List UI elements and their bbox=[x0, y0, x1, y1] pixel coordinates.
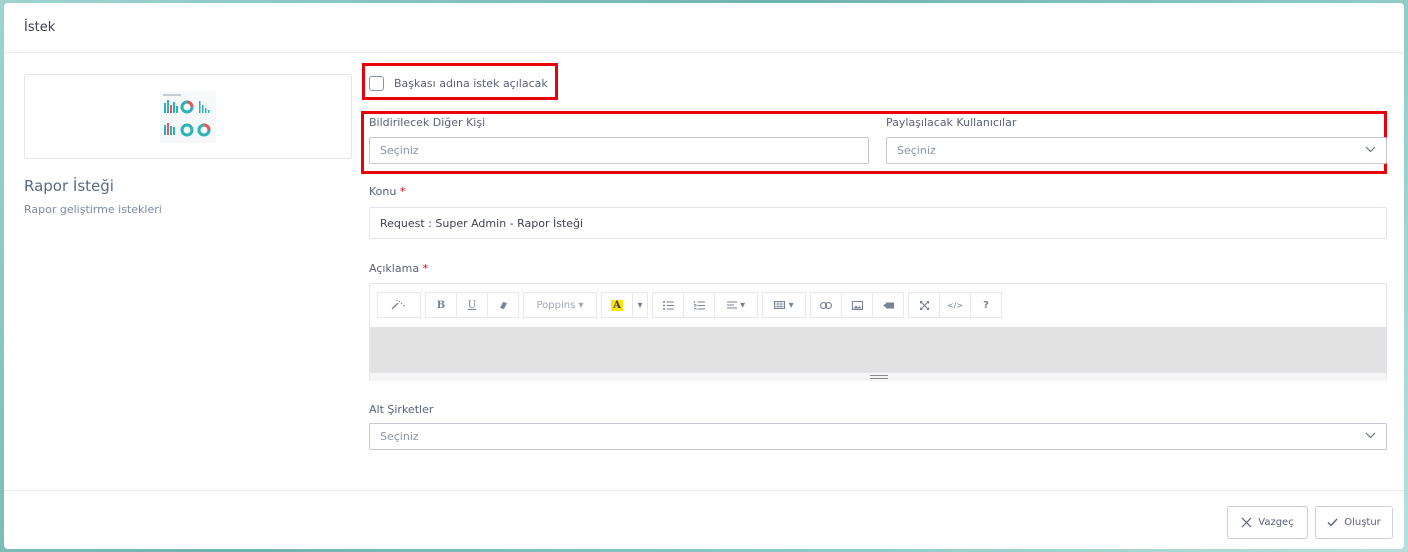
create-button[interactable]: Oluştur bbox=[1315, 506, 1393, 539]
highlight-button[interactable]: A bbox=[601, 292, 633, 318]
share-select[interactable]: Seçiniz bbox=[886, 137, 1387, 164]
request-type-subtitle: Rapor geliştirme istekleri bbox=[24, 203, 162, 216]
image-button[interactable] bbox=[841, 292, 873, 318]
ordered-list-button[interactable] bbox=[683, 292, 715, 318]
clear-format-button[interactable] bbox=[487, 292, 519, 318]
cancel-button[interactable]: Vazgeç bbox=[1227, 506, 1308, 539]
subject-input[interactable]: Request : Super Admin - Rapor İsteği bbox=[369, 207, 1387, 239]
numbered-list-icon bbox=[693, 300, 705, 310]
table-dropdown[interactable]: ▾ bbox=[762, 292, 806, 318]
font-name: Poppins bbox=[536, 299, 576, 311]
request-type-panel: Rapor İsteği Rapor geliştirme istekleri bbox=[24, 74, 352, 216]
required-mark: * bbox=[422, 262, 429, 275]
request-modal: İstek Rapor İsteği Rapor geliştirme iste… bbox=[4, 3, 1404, 549]
share-placeholder: Seçiniz bbox=[897, 144, 936, 157]
font-family-dropdown[interactable]: Poppins ▾ bbox=[523, 292, 597, 318]
modal-footer: Vazgeç Oluştur bbox=[4, 490, 1404, 549]
dashboard-preview-icon bbox=[160, 90, 216, 143]
check-icon bbox=[1327, 518, 1338, 527]
highlight-letter: A bbox=[611, 299, 623, 311]
modal-header: İstek bbox=[4, 3, 1404, 53]
on-behalf-checkbox[interactable] bbox=[369, 76, 384, 91]
expand-icon bbox=[919, 300, 929, 310]
subsidiaries-select[interactable]: Seçiniz bbox=[369, 423, 1387, 450]
magic-wand-icon bbox=[391, 300, 405, 310]
underline-button[interactable]: U bbox=[456, 292, 488, 318]
rich-text-editor: B U Poppins ▾ A ▾ ▾ ▾ </> ? bbox=[369, 283, 1387, 381]
modal-title: İstek bbox=[24, 20, 56, 35]
description-label: Açıklama * bbox=[369, 262, 428, 275]
subsidiaries-label: Alt Şirketler bbox=[369, 403, 434, 416]
help-button[interactable]: ? bbox=[970, 292, 1002, 318]
link-button[interactable] bbox=[810, 292, 842, 318]
request-type-title: Rapor İsteği bbox=[24, 177, 114, 195]
report-thumbnail bbox=[24, 74, 352, 159]
editor-content-area[interactable] bbox=[370, 327, 1386, 372]
notify-select[interactable]: Seçiniz bbox=[369, 137, 869, 164]
chevron-down-icon bbox=[1365, 432, 1376, 439]
table-icon bbox=[774, 301, 786, 309]
link-icon bbox=[820, 301, 832, 309]
resize-grip-icon bbox=[870, 375, 888, 379]
subject-label-text: Konu bbox=[369, 185, 397, 198]
magic-style-button[interactable] bbox=[377, 292, 421, 318]
on-behalf-label[interactable]: Başkası adına istek açılacak bbox=[394, 77, 548, 90]
fullscreen-button[interactable] bbox=[908, 292, 940, 318]
notify-placeholder: Seçiniz bbox=[380, 144, 419, 157]
subject-label: Konu * bbox=[369, 185, 405, 198]
close-icon bbox=[1241, 517, 1252, 528]
editor-toolbar: B U Poppins ▾ A ▾ ▾ ▾ </> ? bbox=[377, 292, 1007, 318]
video-icon bbox=[882, 302, 894, 308]
paragraph-align-dropdown[interactable]: ▾ bbox=[714, 292, 758, 318]
bullet-list-icon bbox=[662, 300, 674, 310]
notify-label: Bildirilecek Diğer Kişi bbox=[369, 116, 486, 129]
chevron-down-icon bbox=[1365, 146, 1376, 153]
create-label: Oluştur bbox=[1344, 517, 1381, 528]
on-behalf-row[interactable]: Başkası adına istek açılacak bbox=[369, 76, 548, 91]
description-label-text: Açıklama bbox=[369, 262, 420, 275]
image-icon bbox=[851, 300, 863, 310]
video-button[interactable] bbox=[872, 292, 904, 318]
highlight-dropdown[interactable]: ▾ bbox=[632, 292, 648, 318]
required-mark: * bbox=[399, 185, 406, 198]
cancel-label: Vazgeç bbox=[1258, 517, 1294, 528]
subject-value: Request : Super Admin - Rapor İsteği bbox=[380, 216, 584, 230]
code-view-button[interactable]: </> bbox=[939, 292, 971, 318]
subsidiaries-placeholder: Seçiniz bbox=[380, 430, 419, 443]
editor-resize-bar[interactable] bbox=[370, 372, 1386, 381]
eraser-icon bbox=[500, 302, 507, 309]
unordered-list-button[interactable] bbox=[652, 292, 684, 318]
bold-button[interactable]: B bbox=[425, 292, 457, 318]
share-label: Paylaşılacak Kullanıcılar bbox=[886, 116, 1017, 129]
align-left-icon bbox=[726, 301, 737, 309]
